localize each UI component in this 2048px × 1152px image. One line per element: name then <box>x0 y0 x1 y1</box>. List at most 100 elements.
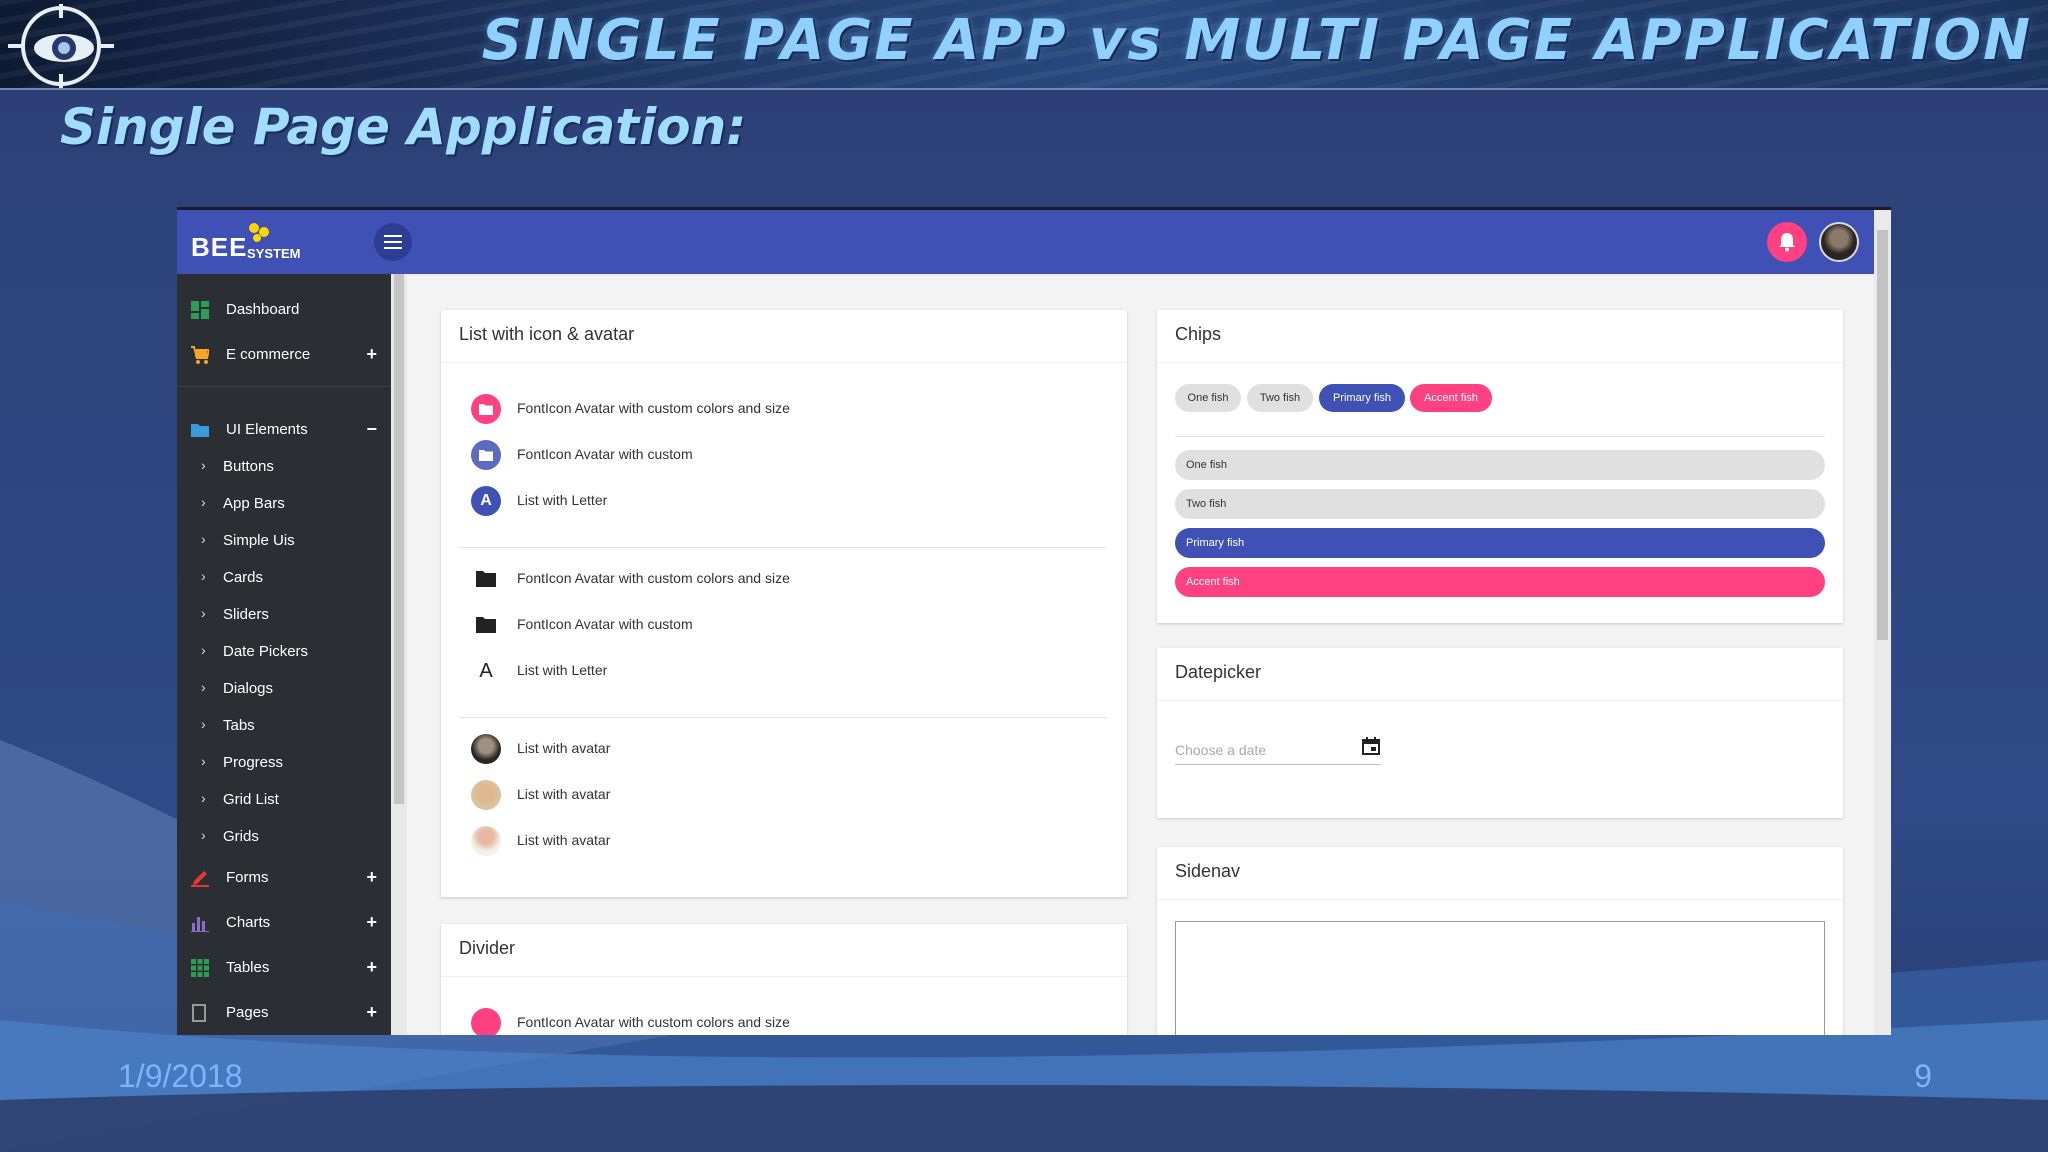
expand-icon[interactable]: + <box>366 912 377 933</box>
sidebar-subitem-cards[interactable]: › Cards <box>177 561 391 595</box>
sidebar-subitem-dialogs[interactable]: › Dialogs <box>177 672 391 706</box>
sidebar-subitem-buttons[interactable]: › Buttons <box>177 450 391 484</box>
collapse-icon[interactable]: − <box>366 419 377 440</box>
card-title: Chips <box>1175 324 1222 344</box>
sidebar-subitem-label: Tabs <box>223 717 255 734</box>
sidebar-subitem-sliders[interactable]: › Sliders <box>177 598 391 632</box>
sidebar-subitem-date-pickers[interactable]: › Date Pickers <box>177 635 391 669</box>
bell-icon <box>1779 233 1795 252</box>
chip-one-fish[interactable]: One fish <box>1175 384 1241 412</box>
menu-toggle-button[interactable] <box>374 223 412 261</box>
chevron-right-icon: › <box>201 827 206 843</box>
letter-avatar: A <box>471 486 501 516</box>
list-item[interactable]: FontIcon Avatar with custom <box>471 436 1071 476</box>
card-header-divider <box>1157 700 1843 701</box>
sidebar-subitem-label: Grids <box>223 828 259 845</box>
sidenav-container[interactable] <box>1175 921 1825 1035</box>
bar-chart-icon <box>191 917 209 932</box>
sidebar-subitem-label: Sliders <box>223 606 269 623</box>
scrollbar-thumb[interactable] <box>1877 230 1888 640</box>
sidebar-item-forms[interactable]: Forms + <box>177 858 391 898</box>
sidebar: Dashboard E commerce + UI Elements − › Bu… <box>177 274 391 1035</box>
list-item[interactable]: FontIcon Avatar with custom colors and s… <box>471 1004 1071 1035</box>
list-item-text: FontIcon Avatar with custom <box>517 616 693 632</box>
list-item[interactable]: FontIcon Avatar with custom colors and s… <box>471 560 1071 600</box>
sidebar-item-label: UI Elements <box>226 421 308 438</box>
sidebar-item-charts[interactable]: Charts + <box>177 903 391 943</box>
list-item[interactable]: FontIcon Avatar with custom <box>471 606 1071 646</box>
sidebar-subitem-label: Buttons <box>223 458 274 475</box>
list-item-text: List with Letter <box>517 662 608 678</box>
chip-stacked-accent-fish[interactable]: Accent fish <box>1175 567 1825 597</box>
chevron-right-icon: › <box>201 568 206 584</box>
list-item[interactable]: A List with Letter <box>471 652 1071 692</box>
sidebar-item-pages[interactable]: Pages + <box>177 993 391 1033</box>
sidebar-divider <box>177 386 391 387</box>
sidebar-item-label: Forms <box>226 869 269 886</box>
notifications-button[interactable] <box>1767 222 1807 262</box>
chip-stacked-one-fish[interactable]: One fish <box>1175 450 1825 480</box>
chip-stacked-primary-fish[interactable]: Primary fish <box>1175 528 1825 558</box>
list-item[interactable]: A List with Letter <box>471 482 1071 522</box>
brand-name: BEE <box>191 232 248 262</box>
sidebar-item-dashboard[interactable]: Dashboard <box>177 290 391 330</box>
list-item-text: List with avatar <box>517 786 611 802</box>
sidebar-item-tables[interactable]: Tables + <box>177 948 391 988</box>
list-item[interactable]: List with avatar <box>471 730 1071 770</box>
chips-card: Chips One fish Two fish Primary fish Acc… <box>1157 310 1843 623</box>
chip-accent-fish[interactable]: Accent fish <box>1410 384 1492 412</box>
sidebar-item-ecommerce[interactable]: E commerce + <box>177 335 391 375</box>
card-title: List with icon & avatar <box>459 324 635 344</box>
user-avatar[interactable] <box>1819 222 1859 262</box>
main-scrollbar[interactable] <box>1874 210 1891 1035</box>
sidebar-subitem-label: Cards <box>223 569 264 586</box>
slide-page-number: 9 <box>1914 1058 1932 1094</box>
sidebar-item-ui-elements[interactable]: UI Elements − <box>177 410 391 450</box>
sidebar-subitem-label: Progress <box>223 754 284 771</box>
page-icon <box>192 1004 206 1022</box>
sidebar-subitem-progress[interactable]: › Progress <box>177 746 391 780</box>
sidebar-subitem-grids[interactable]: › Grids <box>177 820 391 854</box>
expand-icon[interactable]: + <box>366 344 377 365</box>
sidebar-subitem-grid-list[interactable]: › Grid List <box>177 783 391 817</box>
expand-icon[interactable]: + <box>366 1002 377 1023</box>
list-divider <box>459 717 1107 718</box>
sidebar-subitem-tabs[interactable]: › Tabs <box>177 709 391 743</box>
card-header-divider <box>441 976 1127 977</box>
chevron-right-icon: › <box>201 605 206 621</box>
expand-icon[interactable]: + <box>366 957 377 978</box>
letter-avatar: A <box>479 659 493 682</box>
slide-subtitle: Single Page Application: <box>60 98 747 156</box>
sidebar-item-label: E commerce <box>226 346 311 363</box>
expand-icon[interactable]: + <box>366 867 377 888</box>
folder-icon <box>471 564 501 594</box>
list-item-text: List with avatar <box>517 832 611 848</box>
divider-card: Divider FontIcon Avatar with custom colo… <box>441 924 1127 1035</box>
photo-avatar <box>471 780 501 810</box>
list-item[interactable]: FontIcon Avatar with custom colors and s… <box>471 390 1071 430</box>
chevron-right-icon: › <box>201 790 206 806</box>
card-title: Datepicker <box>1175 662 1262 682</box>
list-item-text: FontIcon Avatar with custom <box>517 446 693 462</box>
scrollbar-thumb[interactable] <box>394 274 404 804</box>
grid-icon <box>191 959 209 977</box>
pencil-icon <box>191 871 209 887</box>
date-input[interactable]: Choose a date <box>1175 736 1381 765</box>
chip-stacked-two-fish[interactable]: Two fish <box>1175 489 1825 519</box>
list-divider <box>459 547 1107 548</box>
list-item-text: FontIcon Avatar with custom colors and s… <box>517 400 790 416</box>
calendar-icon[interactable] <box>1361 736 1381 756</box>
chip-primary-fish[interactable]: Primary fish <box>1319 384 1405 412</box>
list-item[interactable]: List with avatar <box>471 822 1071 862</box>
photo-avatar <box>471 826 501 856</box>
sidenav-card: Sidenav <box>1157 847 1843 1035</box>
chevron-right-icon: › <box>201 679 206 695</box>
list-item[interactable]: List with avatar <box>471 776 1071 816</box>
sidebar-scrollbar[interactable] <box>391 274 407 1035</box>
sidebar-subitem-label: Dialogs <box>223 680 274 697</box>
chevron-right-icon: › <box>201 753 206 769</box>
chip-two-fish[interactable]: Two fish <box>1247 384 1313 412</box>
sidebar-subitem-app-bars[interactable]: › App Bars <box>177 487 391 521</box>
chevron-right-icon: › <box>201 457 206 473</box>
sidebar-subitem-simple-uis[interactable]: › Simple Uis <box>177 524 391 558</box>
